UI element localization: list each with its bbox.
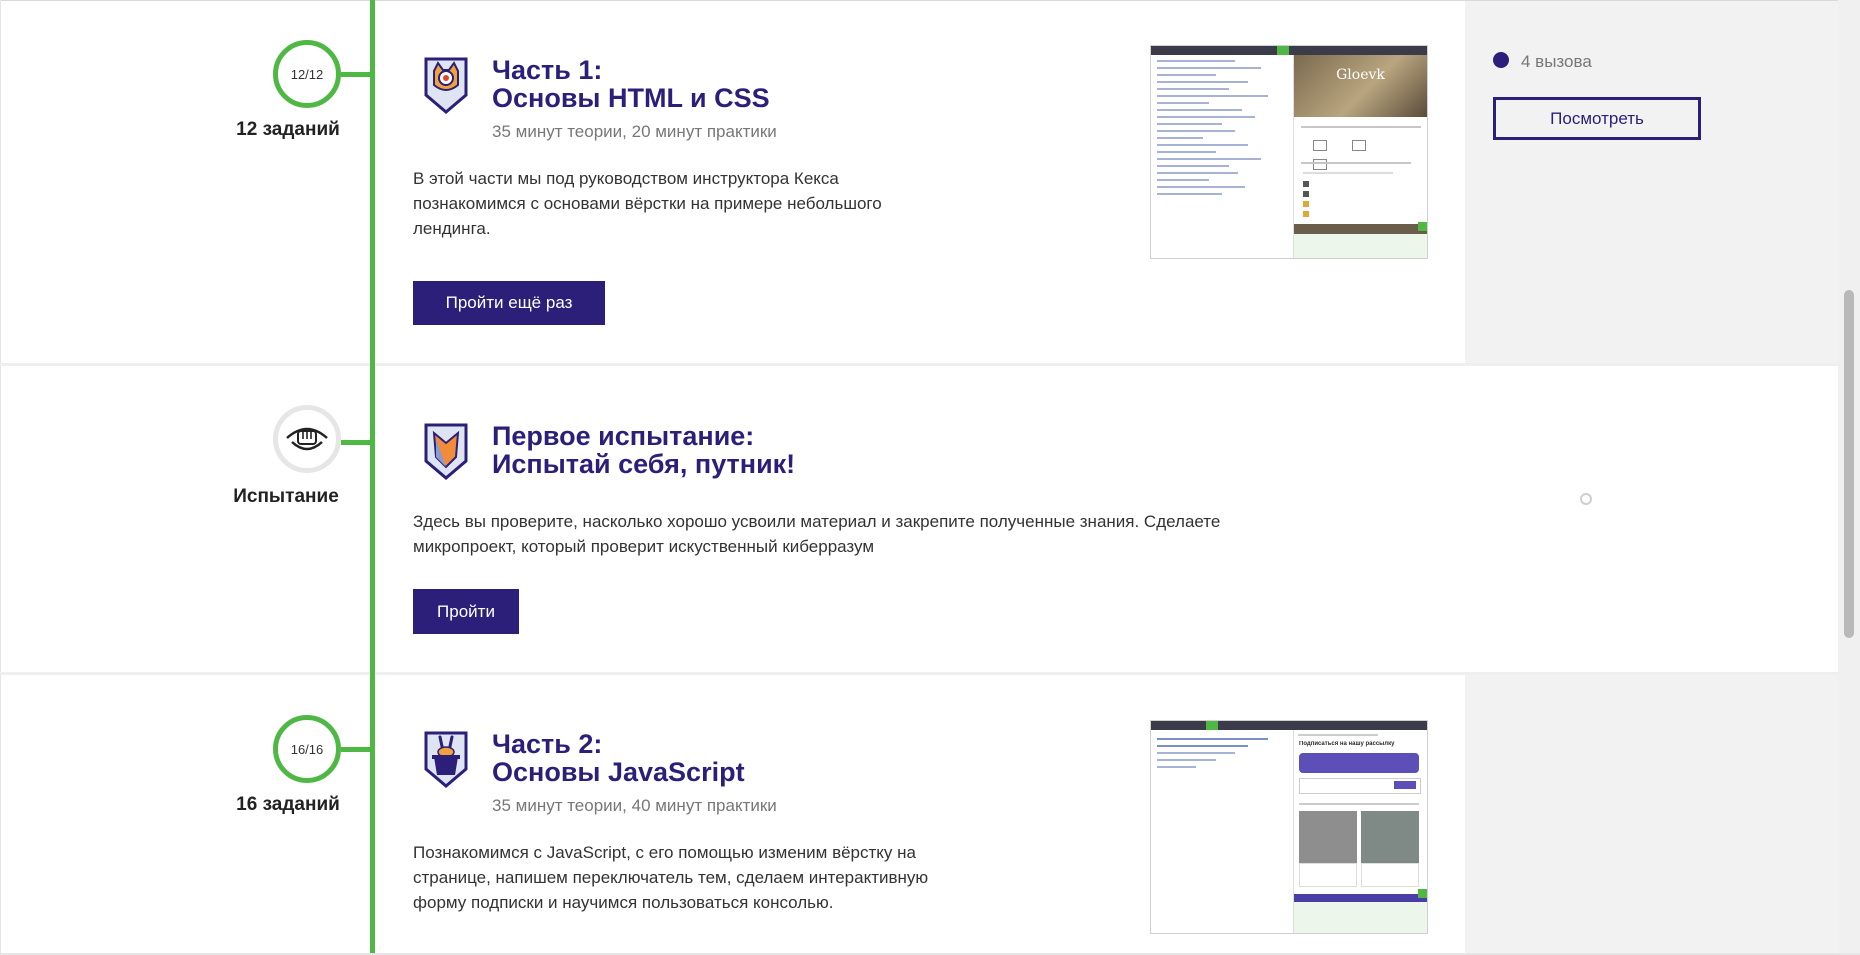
fist-emblem-icon	[286, 427, 328, 451]
timeline-connector	[341, 72, 371, 77]
cat-mascot-shield-icon	[424, 57, 468, 114]
challenge-description: Здесь вы проверите, насколько хорошо усв…	[413, 512, 1221, 556]
preview-site-title: Подписаться на нашу рассылку	[1299, 741, 1395, 747]
side-panel-part2	[1465, 675, 1838, 953]
challenge-indicator-icon	[1493, 52, 1509, 68]
scrollbar-thumb[interactable]	[1844, 290, 1854, 638]
tasks-count: 16 заданий	[236, 794, 340, 815]
tasks-count: 12 заданий	[236, 119, 340, 140]
module-duration: 35 минут теории, 20 минут практики	[492, 122, 777, 141]
start-challenge-button[interactable]: Пройти	[413, 589, 519, 634]
progress-node-part1: 12/12	[273, 40, 341, 108]
module-title: Часть 2: Основы JavaScript	[492, 729, 745, 787]
progress-node-part2: 16/16	[273, 715, 341, 783]
magic-hat-rabbit-shield-icon	[424, 731, 468, 788]
challenge-node	[273, 405, 341, 473]
view-challenges-button[interactable]: Посмотреть	[1493, 97, 1701, 140]
challenge-label: Испытание	[233, 486, 339, 507]
preview-site-title: Gloevk	[1336, 67, 1385, 83]
module-preview-image: Gloevk	[1150, 45, 1428, 259]
timeline-connector	[341, 440, 371, 445]
challenges-count: 4 вызова	[1521, 52, 1592, 71]
fox-shield-icon	[424, 423, 468, 480]
progress-count: 12/12	[290, 66, 324, 82]
module-description: Познакомимся с JavaScript, с его помощью…	[413, 843, 929, 912]
loading-spinner-icon	[1580, 493, 1592, 505]
timeline-connector	[341, 747, 371, 752]
challenge-title: Первое испытание: Испытай себя, путник!	[492, 421, 796, 479]
module-description: В этой части мы под руководством инструк…	[413, 169, 882, 238]
module-preview-image: Подписаться на нашу рассылку	[1150, 720, 1428, 934]
module-duration: 35 минут теории, 40 минут практики	[492, 796, 777, 815]
repeat-module-button[interactable]: Пройти ещё раз	[413, 281, 605, 325]
module-title: Часть 1: Основы HTML и CSS	[492, 55, 770, 113]
progress-count: 16/16	[290, 741, 324, 757]
